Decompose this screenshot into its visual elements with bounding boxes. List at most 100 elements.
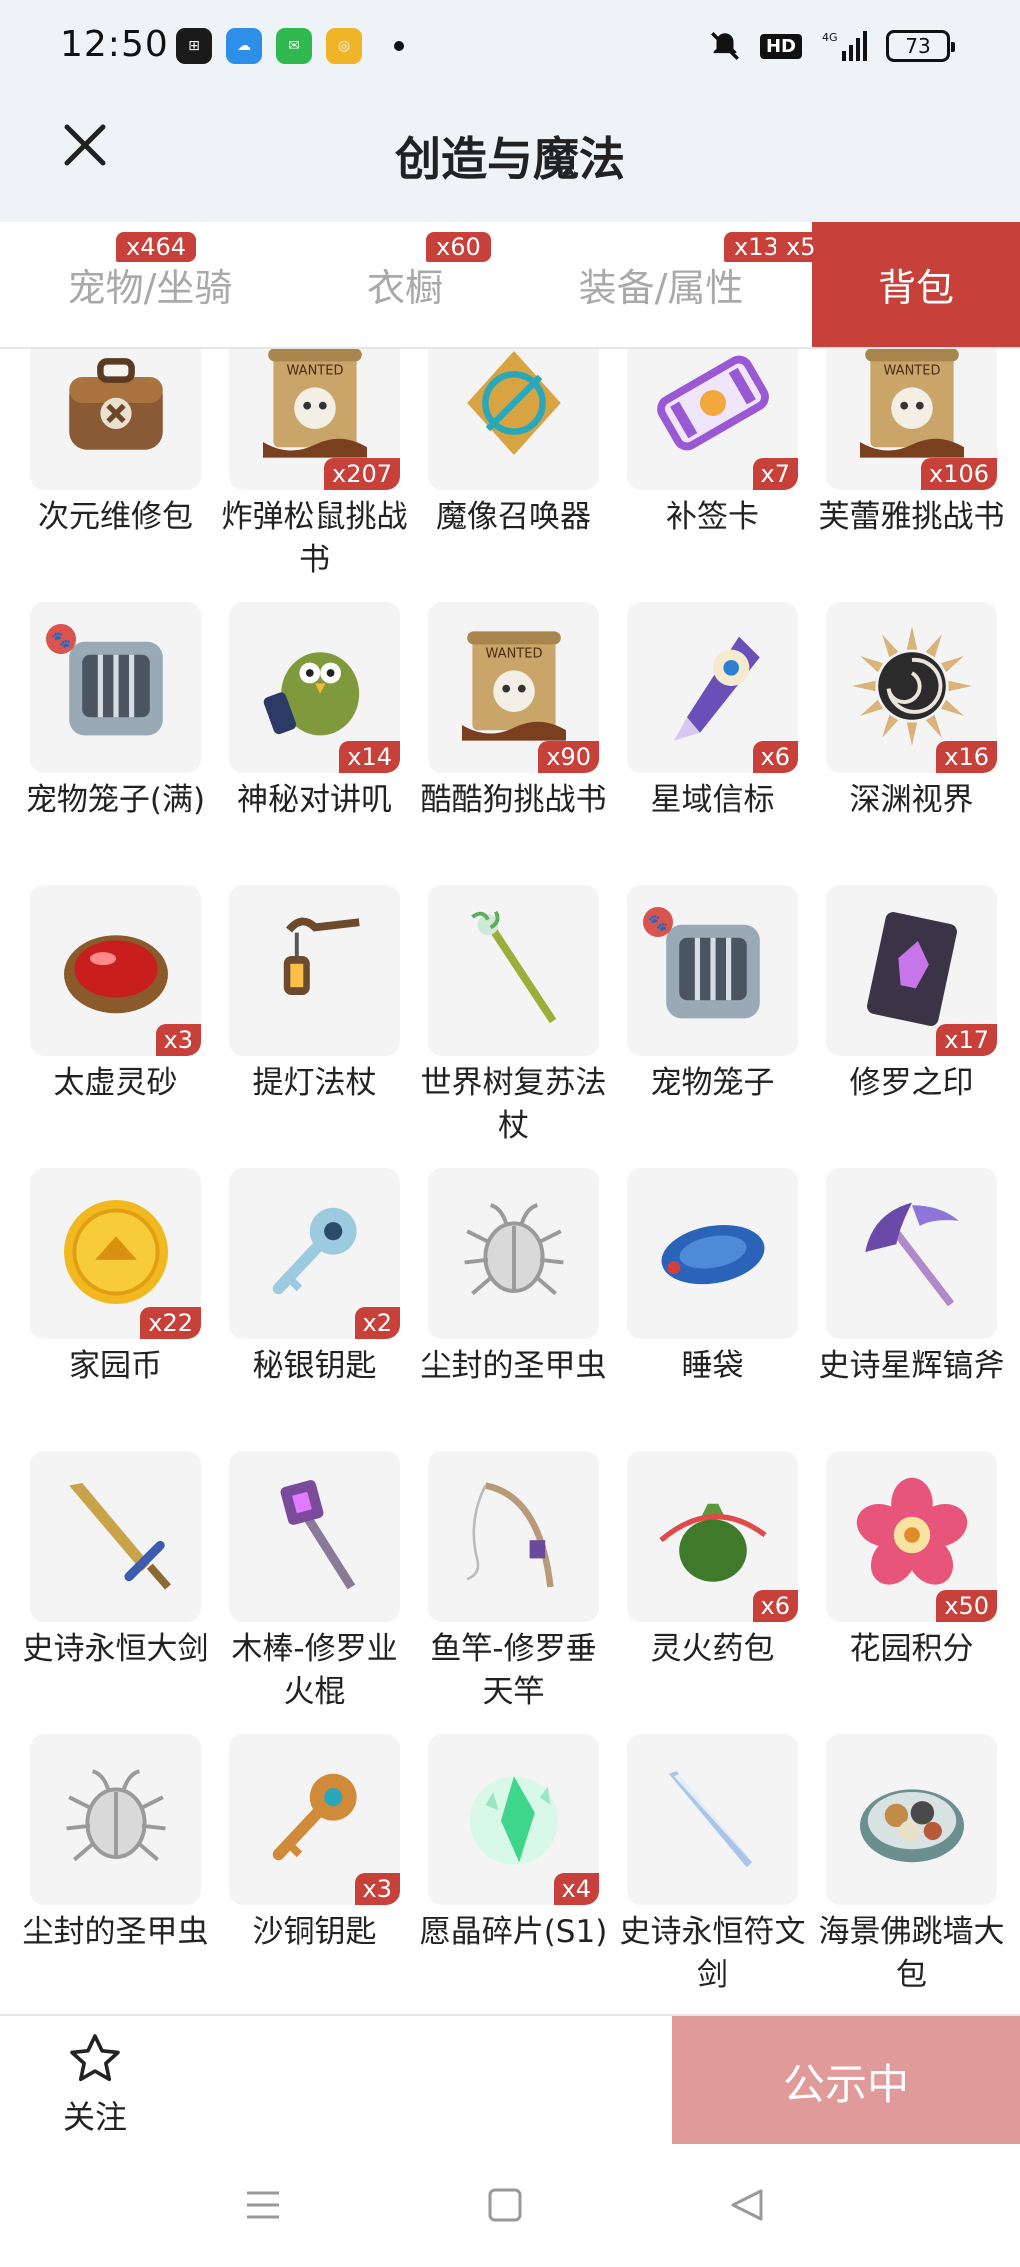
item-tile: x2 [229,1168,400,1339]
backpack-item[interactable]: 鱼竿-修罗垂天竿 [414,1441,613,1724]
tab-wardrobe[interactable]: x60 衣橱 [300,222,510,347]
backpack-item[interactable]: x50 花园积分 [812,1441,1011,1724]
item-tile [428,349,599,490]
top-area: 12:50 ⊞ ☁ ✉ ◎ HD 4G 73 创造与魔法 [0,0,1020,222]
ticket-icon [648,349,778,472]
red-gem-icon [51,904,181,1038]
system-icons: HD 4G 73 [708,28,955,64]
backpack-item[interactable]: x6 星域信标 [613,592,812,875]
backpack-item[interactable]: x7 补签卡 [613,349,812,592]
more-notifications-dot [394,41,404,51]
item-tile [428,1451,599,1622]
item-name: 家园币 [69,1348,162,1384]
backpack-item[interactable]: 🐾 宠物笼子 [613,875,812,1158]
crystal-shard-icon [449,1753,579,1887]
backpack-item[interactable]: x2 秘银钥匙 [215,1158,414,1441]
item-name: 灵火药包 [650,1631,775,1667]
item-name: 芙蕾雅挑战书 [818,499,1005,535]
backpack-item[interactable]: x6 灵火药包 [613,1441,812,1724]
rune-sword-icon [648,1753,778,1887]
item-tile: x6 [627,602,798,773]
backpack-item[interactable]: 尘封的圣甲虫 [414,1158,613,1441]
item-name: 修罗之印 [849,1065,974,1101]
bronze-key-icon [250,1753,380,1887]
item-name: 宠物笼子(满) [25,782,206,818]
backpack-item[interactable]: WANTED x207 炸弹松鼠挑战书 [215,349,414,592]
backpack-item[interactable]: x22 家园币 [16,1158,215,1441]
follow-button[interactable]: 关注 [40,2030,150,2140]
food-platter-icon [847,1753,977,1887]
backpack-item[interactable]: x16 深渊视界 [812,592,1011,875]
lantern-staff-icon [250,904,380,1038]
item-name: 史诗永恒符文剑 [619,1914,806,1993]
walkie-bird-icon [250,621,380,755]
item-name: 星域信标 [650,782,775,818]
backpack-item[interactable]: x14 神秘对讲叽 [215,592,414,875]
backpack-item[interactable]: 次元维修包 [16,349,215,592]
item-name: 宠物笼子 [650,1065,775,1101]
backpack-item[interactable]: 魔像召唤器 [414,349,613,592]
item-name: 海景佛跳墙大包 [818,1914,1005,1993]
item-tile: x3 [229,1734,400,1905]
tab-backpack[interactable]: x5 背包 [776,222,1020,347]
item-tile: x17 [826,885,997,1056]
back-nav-button[interactable] [722,2180,772,2230]
potion-bag-icon [648,1470,778,1604]
svg-text:WANTED: WANTED [485,646,542,661]
item-quantity-badge: x14 [339,741,400,773]
tab-pets-mounts[interactable]: x464 宠物/坐骑 [0,222,300,347]
item-name: 次元维修包 [38,499,193,535]
paw-badge-icon: 🐾 [643,907,673,937]
backpack-item[interactable]: WANTED x106 芙蕾雅挑战书 [812,349,1011,592]
abyss-sun-icon [847,621,977,755]
wanted-scroll-icon: WANTED [847,349,977,472]
item-name: 鱼竿-修罗垂天竿 [430,1631,597,1710]
backpack-item[interactable]: x3 太虚灵砂 [16,875,215,1158]
asura-card-icon [847,904,977,1038]
backpack-item[interactable]: 史诗永恒大剑 [16,1441,215,1724]
backpack-item[interactable]: 木棒-修罗业火棍 [215,1441,414,1724]
backpack-item[interactable]: 提灯法杖 [215,875,414,1158]
backpack-item[interactable]: 尘封的圣甲虫 [16,1724,215,2007]
menu-nav-button[interactable] [238,2180,288,2230]
item-tile [229,885,400,1056]
backpack-item[interactable]: 海景佛跳墙大包 [812,1724,1011,2007]
backpack-item[interactable]: 🐾 宠物笼子(满) [16,592,215,875]
scarab-icon [51,1753,181,1887]
item-tile [428,1168,599,1339]
backpack-item[interactable]: x3 沙铜钥匙 [215,1724,414,2007]
notification-icons: ⊞ ☁ ✉ ◎ [176,28,404,64]
hd-icon: HD [759,28,802,64]
app-icon-1: ⊞ [176,28,212,64]
backpack-item[interactable]: 史诗星辉镐斧 [812,1158,1011,1441]
mithril-key-icon [250,1187,380,1321]
mute-icon [708,28,742,64]
item-quantity-badge: x3 [155,1024,201,1056]
tab-equipment[interactable]: x137 装备/属性 [510,222,812,347]
tab-badge-wardrobe: x60 [426,232,491,262]
backpack-item[interactable]: 睡袋 [613,1158,812,1441]
item-quantity-badge: x4 [553,1873,599,1905]
item-name: 睡袋 [681,1348,744,1384]
backpack-item[interactable]: WANTED x90 酷酷狗挑战书 [414,592,613,875]
item-tile [30,349,201,490]
item-name: 木棒-修罗业火棍 [231,1631,398,1710]
home-nav-button[interactable] [480,2180,530,2230]
scarab-icon [449,1187,579,1321]
fishing-rod-icon [449,1470,579,1604]
svg-text:WANTED: WANTED [883,363,940,378]
flower-token-icon [847,1470,977,1604]
backpack-item[interactable]: x17 修罗之印 [812,875,1011,1158]
item-name: 史诗永恒大剑 [22,1631,209,1667]
backpack-item[interactable]: 史诗永恒符文剑 [613,1724,812,2007]
app-icon-2: ☁ [226,28,262,64]
publicity-button[interactable]: 公示中 [672,2016,1020,2146]
item-grid[interactable]: 次元维修包 WANTED x207 炸弹松鼠挑战书 魔像召唤器 x7 补签卡 WANTED x1… [0,349,1020,2014]
backpack-item[interactable]: 世界树复苏法杖 [414,875,613,1158]
backpack-item[interactable]: x4 愿晶碎片(S1) [414,1724,613,2007]
item-name: 深渊视界 [849,782,974,818]
tab-label: 装备/属性 [578,266,744,310]
item-tile: x3 [30,885,201,1056]
item-tile: x16 [826,602,997,773]
page-title: 创造与魔法 [395,132,625,186]
